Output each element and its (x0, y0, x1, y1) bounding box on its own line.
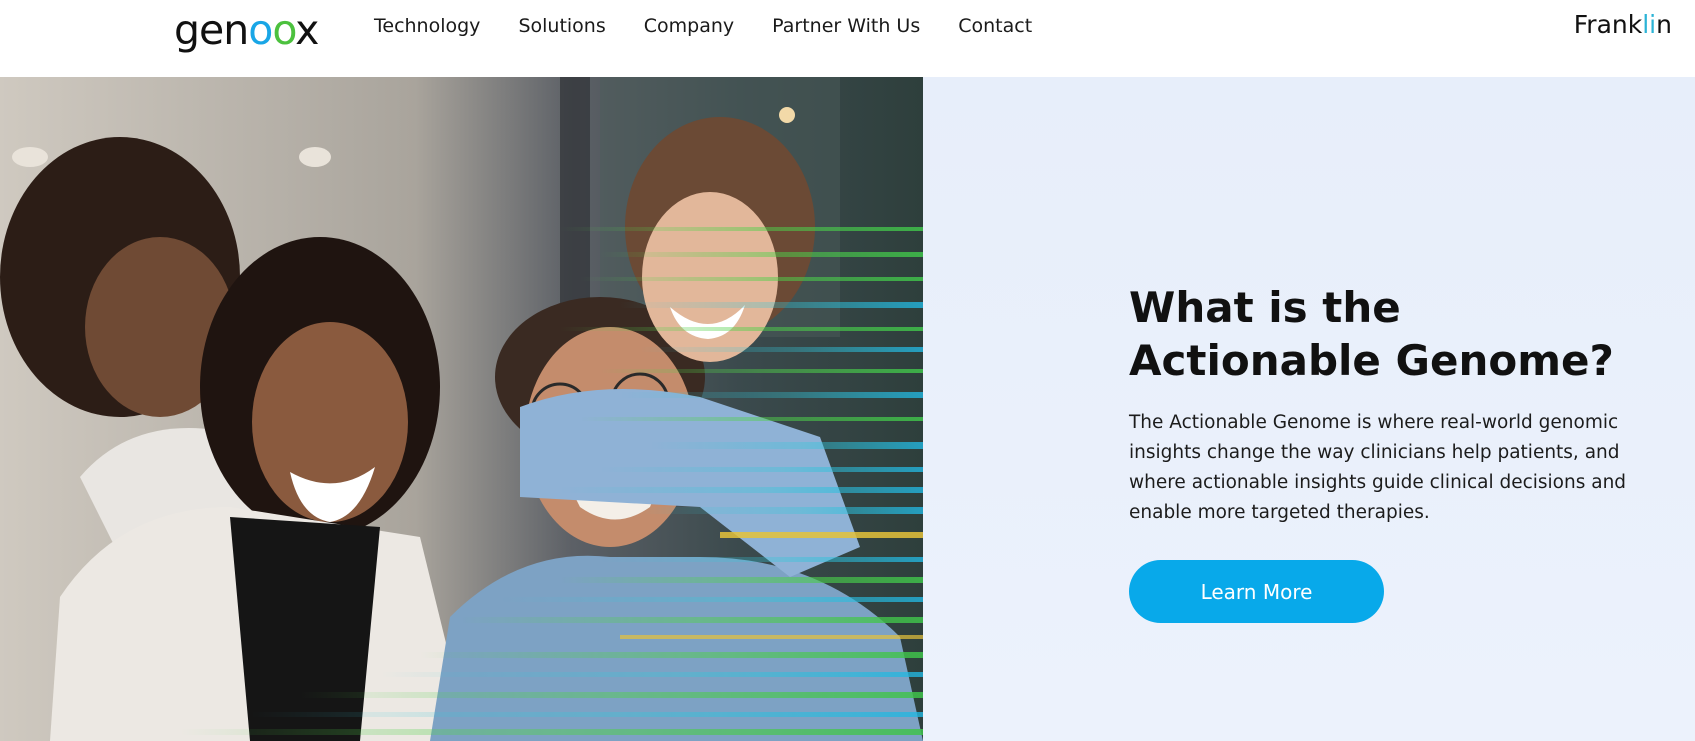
main-nav: Technology Solutions Company Partner Wit… (374, 14, 1032, 38)
hero-description-line: insights change the way clinicians help … (1129, 442, 1620, 463)
hero-title: What is the Actionable Genome? (1129, 281, 1669, 387)
nav-company[interactable]: Company (644, 15, 734, 37)
nav-partner-with-us[interactable]: Partner With Us (772, 15, 920, 37)
hero-title-line: Actionable Genome? (1129, 336, 1614, 385)
nav-technology[interactable]: Technology (374, 15, 480, 37)
genoox-logo[interactable]: genoox (174, 6, 330, 54)
learn-more-button[interactable]: Learn More (1129, 560, 1384, 623)
site-header: genoox Technology Solutions Company Part… (0, 0, 1695, 77)
hero-description-line: The Actionable Genome is where real-worl… (1129, 412, 1619, 433)
hero-text-panel: What is the Actionable Genome? The Actio… (923, 77, 1695, 741)
hero-description-line: enable more targeted therapies. (1129, 502, 1430, 523)
franklin-logo[interactable]: Franklin (1574, 10, 1672, 39)
nav-contact[interactable]: Contact (958, 15, 1032, 37)
hero-description: The Actionable Genome is where real-worl… (1129, 408, 1669, 528)
nav-solutions[interactable]: Solutions (518, 15, 605, 37)
hero-description-line: where actionable insights guide clinical… (1129, 472, 1627, 493)
hero-family-photo (0, 77, 923, 741)
family-photo-illustration (0, 77, 923, 741)
hero-title-line: What is the (1129, 283, 1401, 332)
